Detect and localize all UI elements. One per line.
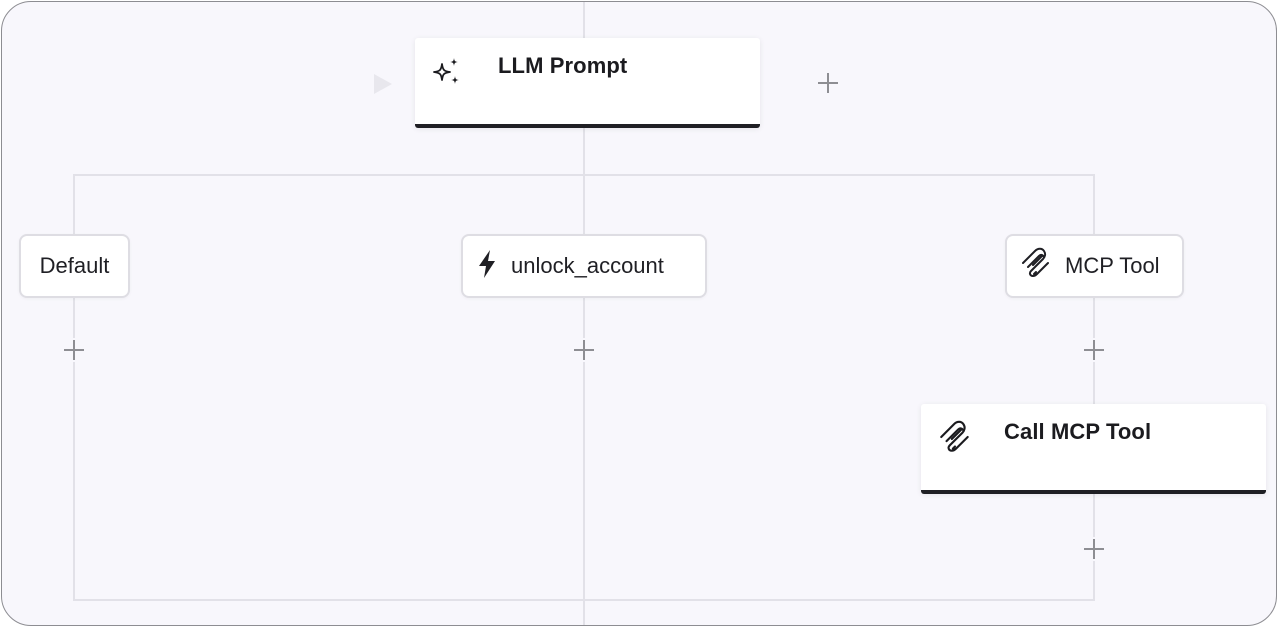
sparkles-icon (431, 56, 463, 93)
add-step-button-unlock[interactable] (572, 338, 596, 362)
branch-label: unlock_account (511, 253, 664, 278)
llm-prompt-node[interactable]: LLM Prompt (415, 38, 760, 128)
branch-label: MCP Tool (1065, 253, 1160, 278)
add-step-button[interactable] (816, 71, 840, 95)
branch-mcp-tool[interactable]: MCP Tool (1005, 234, 1184, 298)
start-marker (374, 74, 392, 94)
workflow-canvas: LLM Prompt Default unlock_account MCP To… (1, 1, 1277, 626)
branch-unlock-account[interactable]: unlock_account (461, 234, 707, 298)
add-step-button-mcp[interactable] (1082, 338, 1106, 362)
call-mcp-tool-node[interactable]: Call MCP Tool (921, 404, 1266, 494)
node-title: Call MCP Tool (1004, 419, 1152, 444)
branch-default[interactable]: Default (19, 234, 130, 298)
paperclip-icon (937, 420, 973, 461)
connector-mcp-top (1093, 174, 1095, 236)
node-title: LLM Prompt (498, 53, 628, 78)
connector-default-top (73, 174, 75, 236)
connector-horizontal-top (73, 174, 1095, 176)
branch-label: Default (39, 253, 110, 278)
lightning-icon (475, 249, 499, 284)
add-step-button-default[interactable] (62, 338, 86, 362)
paperclip-icon (1019, 247, 1053, 286)
connector-horizontal-bottom (73, 599, 1095, 601)
add-step-button-call-mcp[interactable] (1082, 537, 1106, 561)
